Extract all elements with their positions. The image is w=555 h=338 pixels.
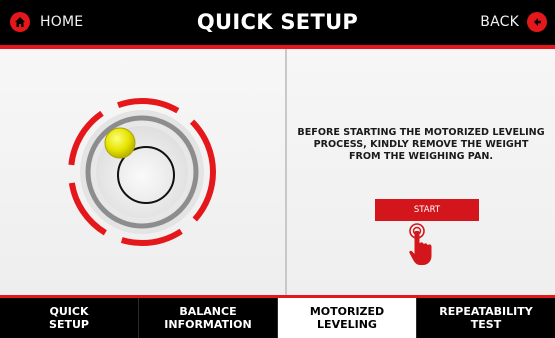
back-button[interactable]: BACK [480, 9, 547, 35]
tab-label: REPEATABILITY [439, 305, 533, 318]
bubble-level-icon [68, 98, 216, 246]
tab-repeatability-test[interactable]: REPEATABILITY TEST [417, 298, 555, 338]
back-label: BACK [480, 14, 519, 30]
hand-tap-icon [409, 223, 432, 265]
tab-quick-setup[interactable]: QUICK SETUP [0, 298, 139, 338]
tab-motorized-leveling[interactable]: MOTORIZED LEVELING [278, 298, 417, 338]
back-arrow-icon [527, 12, 547, 32]
page-title: QUICK SETUP [196, 10, 359, 34]
tab-label: SETUP [49, 318, 89, 331]
main-content: BEFORE STARTING THE MOTORIZED LEVELING P… [0, 49, 555, 295]
tab-label: INFORMATION [164, 318, 252, 331]
tab-balance-information[interactable]: BALANCE INFORMATION [139, 298, 278, 338]
header-bar: HOME QUICK SETUP BACK [0, 0, 555, 45]
tab-label: LEVELING [317, 318, 377, 331]
tab-label: QUICK [49, 305, 89, 318]
instruction-panel: BEFORE STARTING THE MOTORIZED LEVELING P… [287, 49, 555, 295]
tab-label: BALANCE [179, 305, 237, 318]
bottom-nav: QUICK SETUP BALANCE INFORMATION MOTORIZE… [0, 298, 555, 338]
tab-label: TEST [470, 318, 502, 331]
instruction-text: BEFORE STARTING THE MOTORIZED LEVELING P… [297, 127, 545, 162]
level-indicator-panel [0, 49, 285, 295]
tab-label: MOTORIZED [309, 305, 385, 318]
start-button[interactable]: START [375, 199, 479, 221]
